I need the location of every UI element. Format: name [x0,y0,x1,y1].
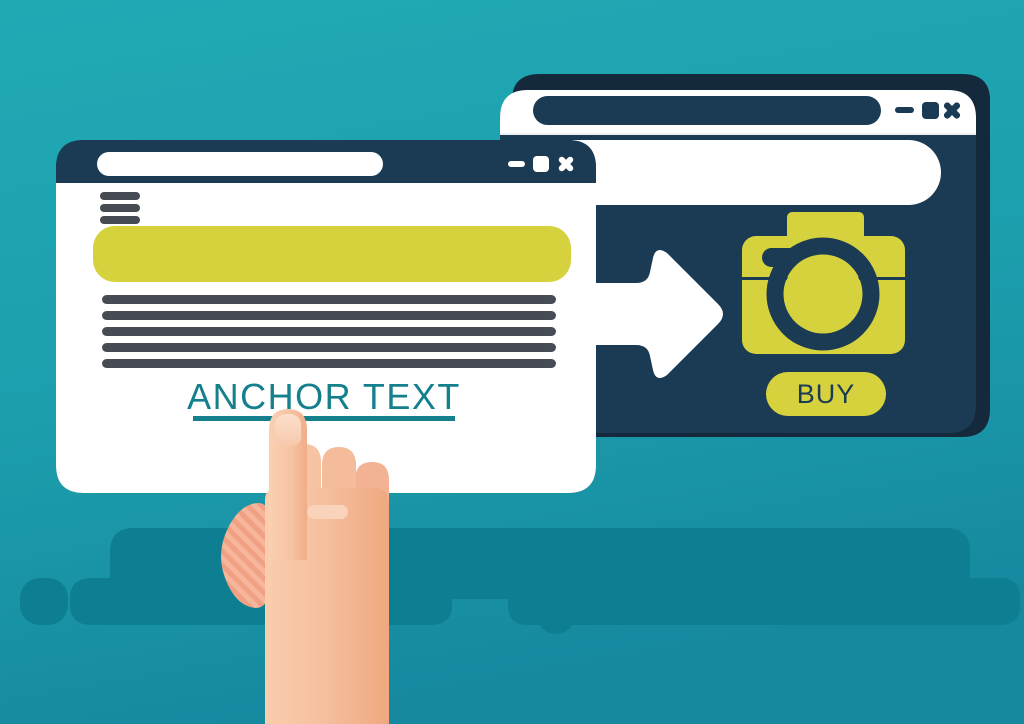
scene-svg: BUY ANCHOR TEXT [0,0,1024,724]
buy-button[interactable]: BUY [766,372,886,416]
paragraph-line [102,343,556,352]
paragraph-line [102,295,556,304]
anchor-text-link[interactable]: ANCHOR TEXT [187,376,461,421]
paragraph-line [102,359,556,368]
hamburger-menu-icon[interactable] [100,192,140,224]
buy-button-label: BUY [797,379,856,409]
maximize-icon[interactable] [922,102,939,119]
paragraph-line [102,327,556,336]
back-window-address-bar[interactable] [533,96,881,125]
paragraph-line [102,311,556,320]
front-window[interactable]: ANCHOR TEXT [56,140,596,493]
anchor-text-label: ANCHOR TEXT [187,376,461,417]
illustration-canvas: BUY ANCHOR TEXT [0,0,1024,724]
maximize-icon[interactable] [533,156,549,172]
back-window-titlebar-divider [500,133,976,135]
decorative-waves [20,528,1020,634]
hand-fingernail [275,414,301,446]
front-window-address-bar[interactable] [97,152,383,176]
minimize-icon[interactable] [895,107,914,113]
minimize-icon[interactable] [508,161,525,167]
yellow-banner[interactable] [93,226,571,282]
hand-knuckle-highlight [307,505,348,519]
anchor-text-underline [193,416,455,421]
